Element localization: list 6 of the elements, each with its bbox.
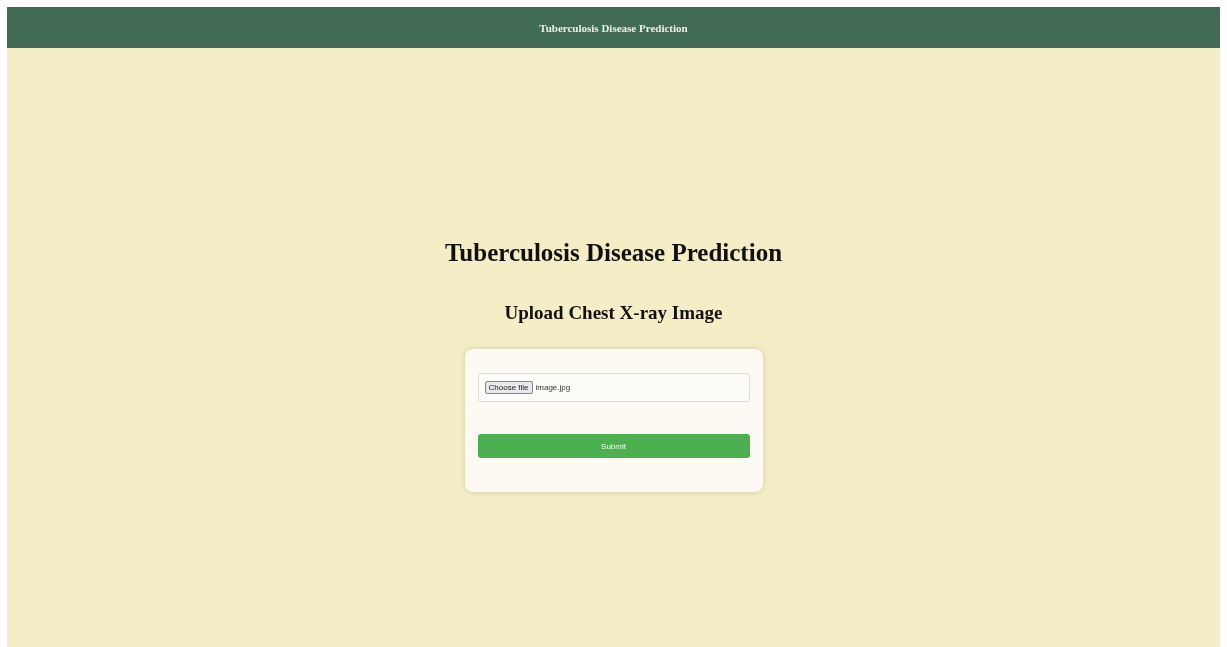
file-input-field[interactable]: Choose file image.jpg — [477, 373, 750, 402]
section-heading: Upload Chest X-ray Image — [504, 302, 723, 324]
header-title: Tuberculosis Disease Prediction — [539, 21, 688, 34]
choose-file-button[interactable]: Choose file — [484, 381, 533, 394]
file-name: image.jpg — [535, 383, 571, 392]
page-heading: Tuberculosis Disease Prediction — [444, 239, 783, 267]
